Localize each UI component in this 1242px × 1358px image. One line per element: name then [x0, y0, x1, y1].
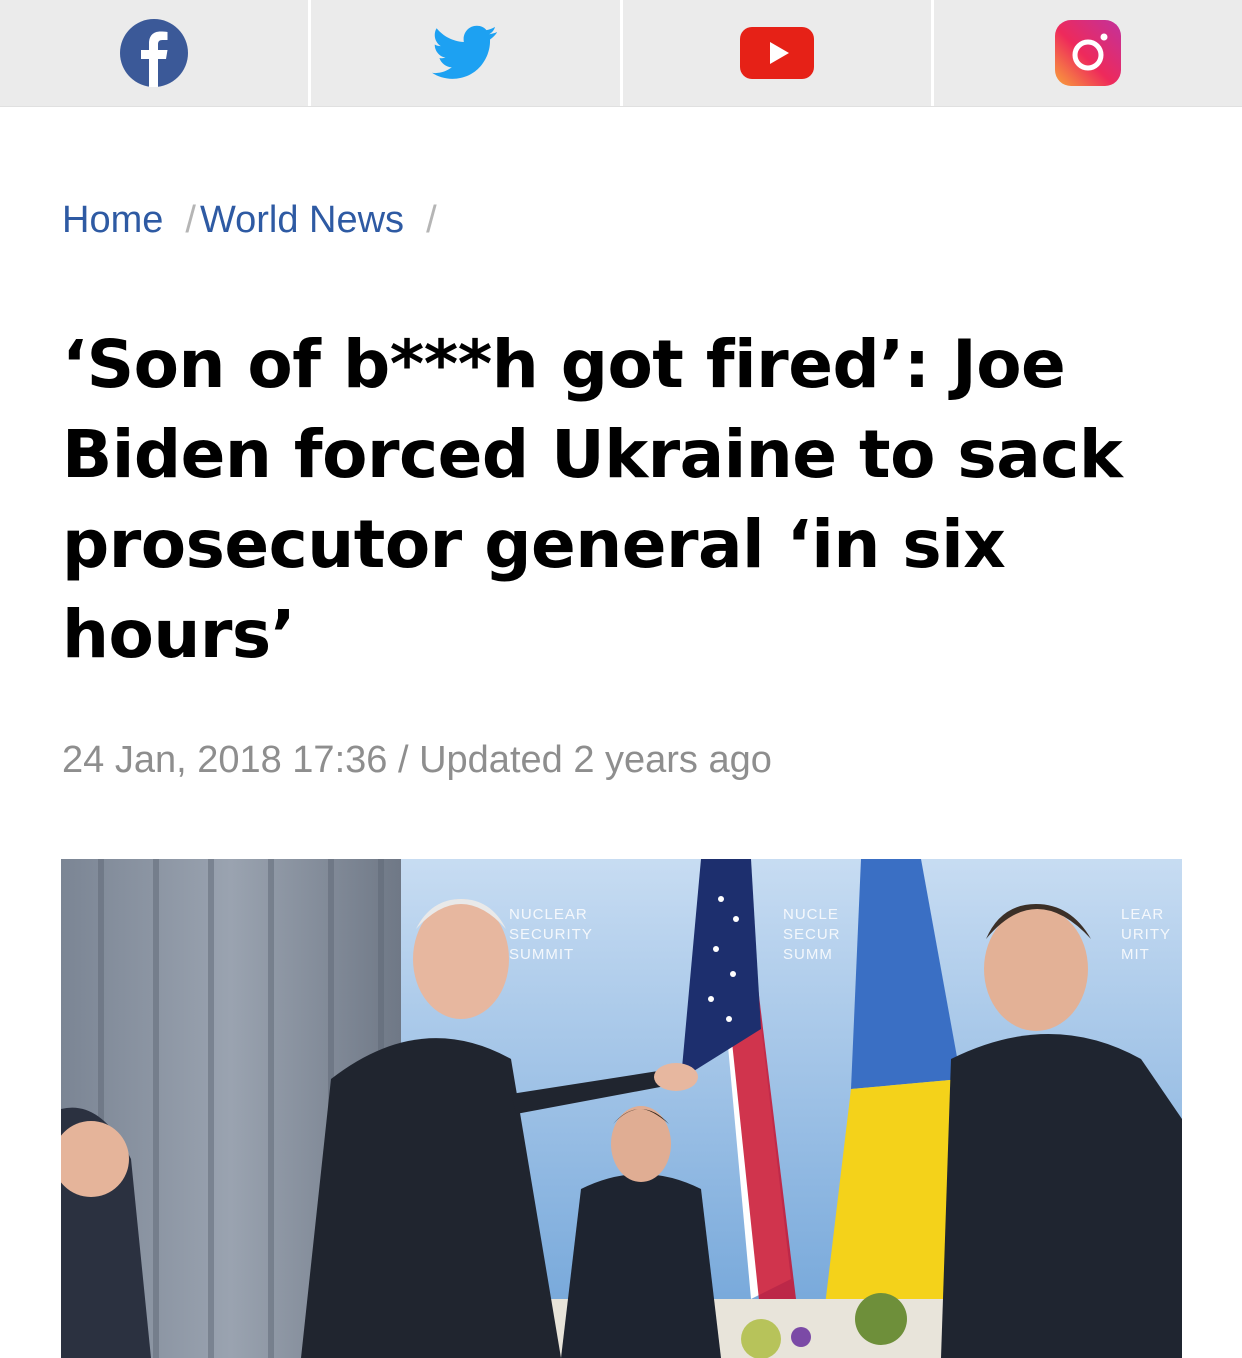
- backdrop-text: SECURITY: [509, 926, 593, 943]
- breadcrumb-home[interactable]: Home: [62, 199, 163, 241]
- instagram-link[interactable]: [934, 0, 1242, 106]
- breadcrumb-world-news[interactable]: World News: [200, 199, 404, 241]
- backdrop-text: URITY: [1121, 926, 1171, 943]
- backdrop-text: LEAR: [1121, 906, 1164, 923]
- backdrop-text: SUMM: [783, 946, 833, 963]
- article-meta: 24 Jan, 2018 17:36 / Updated 2 years ago: [62, 738, 772, 782]
- backdrop-text: NUCLEAR: [509, 906, 588, 923]
- article-headline: ‘Son of b***h got fired’: Joe Biden forc…: [62, 326, 1123, 673]
- article-hero-image[interactable]: NUCLEAR SECURITY SUMMIT NUCLE SECUR SUMM…: [61, 859, 1182, 1358]
- backdrop-text: MIT: [1121, 946, 1150, 963]
- meta-separator: /: [387, 739, 420, 781]
- facebook-link[interactable]: [0, 0, 312, 106]
- twitter-icon: [432, 25, 498, 79]
- breadcrumb-separator: /: [426, 199, 437, 241]
- backdrop-text: SECUR: [783, 926, 841, 943]
- breadcrumb: Home / World News /: [62, 198, 447, 242]
- backdrop-text: NUCLE: [783, 906, 839, 923]
- updated-text: Updated 2 years ago: [419, 739, 772, 781]
- facebook-icon: [120, 19, 189, 87]
- social-bar: [0, 0, 1242, 107]
- youtube-link[interactable]: [623, 0, 934, 106]
- breadcrumb-separator: /: [185, 199, 196, 241]
- backdrop-text: SUMMIT: [509, 946, 574, 963]
- twitter-link[interactable]: [311, 0, 623, 106]
- instagram-icon: [1054, 20, 1121, 86]
- youtube-icon: [739, 27, 814, 79]
- publish-date: 24 Jan, 2018 17:36: [62, 739, 388, 781]
